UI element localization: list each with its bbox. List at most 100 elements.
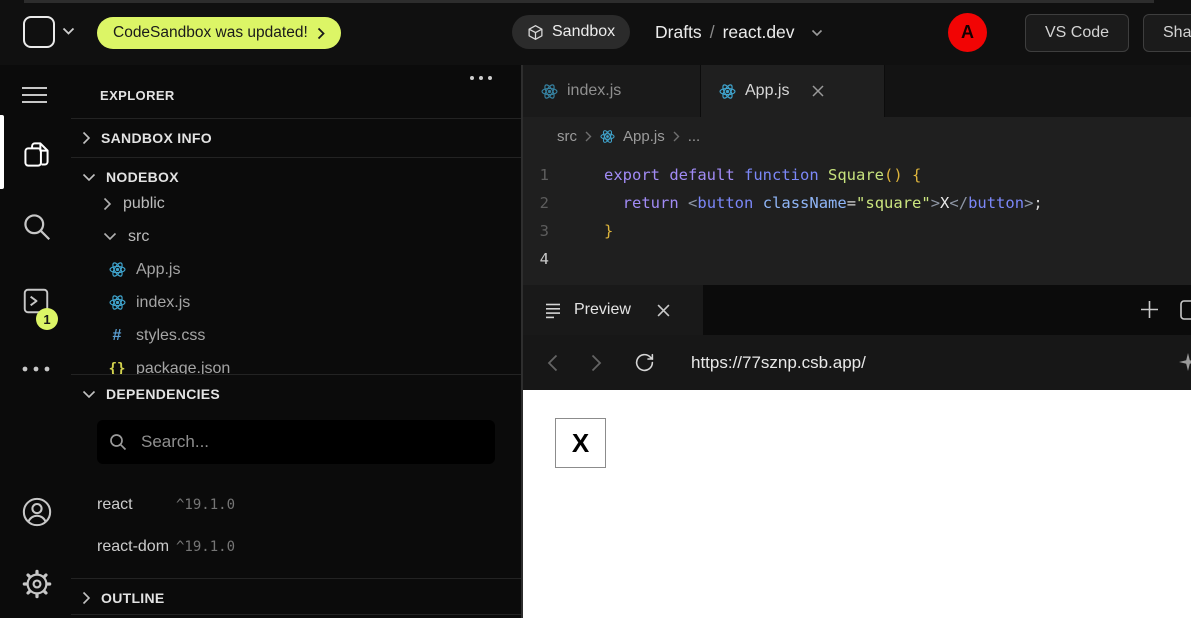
section-label: OUTLINE (101, 590, 165, 606)
explorer-sidebar: EXPLORER SANDBOX INFO NODEBOX public (71, 65, 521, 618)
section-outline[interactable]: OUTLINE (71, 579, 521, 617)
tree-file-stylescss[interactable]: # styles.css (71, 319, 521, 352)
editor-breadcrumb: src App.js ... (523, 117, 1191, 155)
explorer-title: EXPLORER (100, 88, 175, 103)
file-name: App.js (136, 261, 180, 279)
folder-name: src (128, 228, 149, 246)
breadcrumb-separator: / (710, 22, 715, 43)
code-line[interactable]: 3} (523, 217, 1191, 245)
project-chevron-down-icon[interactable] (811, 29, 823, 37)
tree-file-indexjs[interactable]: index.js (71, 286, 521, 319)
code-token: return (623, 194, 679, 212)
window-top-edge (24, 0, 1154, 3)
workspace-chevron-down-icon[interactable] (62, 27, 75, 36)
line-number: 1 (523, 161, 583, 189)
tree-folder-public[interactable]: public (71, 187, 521, 220)
sparkle-icon[interactable] (1178, 352, 1191, 372)
preview-square-button[interactable]: X (555, 418, 606, 468)
files-explorer-icon[interactable] (21, 139, 52, 170)
file-name: index.js (136, 294, 190, 312)
sandbox-pill-label: Sandbox (552, 23, 615, 41)
react-icon (541, 83, 558, 100)
line-number: 4 (523, 245, 583, 273)
line-number: 3 (523, 217, 583, 245)
chevron-right-icon (103, 197, 112, 211)
section-dependencies[interactable]: DEPENDENCIES (71, 375, 521, 413)
code-text: } (604, 217, 613, 245)
sandbox-type-pill[interactable]: Sandbox (512, 15, 630, 49)
task-list-icon (545, 302, 562, 319)
package-name: react-dom (97, 538, 170, 556)
menu-hamburger-icon[interactable] (21, 85, 48, 105)
editor-tab-bar: index.js App.js (523, 65, 1191, 117)
breadcrumb-folder[interactable]: src (557, 128, 577, 145)
code-token: > (1024, 194, 1033, 212)
breadcrumb-project[interactable]: react.dev (723, 22, 795, 43)
code-token: "square" (856, 194, 931, 212)
code-token (604, 194, 623, 212)
chevron-right-icon (82, 131, 91, 145)
code-text: return <button className="square">X</but… (604, 189, 1043, 217)
code-token: < (688, 194, 697, 212)
tab-indexjs[interactable]: index.js (523, 65, 701, 117)
chevron-down-icon (103, 232, 117, 241)
close-preview-icon[interactable] (657, 304, 670, 317)
chevron-right-icon (317, 27, 325, 40)
codesandbox-app: CodeSandbox was updated! Sandbox Drafts … (0, 0, 1191, 618)
add-panel-icon[interactable] (1140, 300, 1159, 319)
react-icon (108, 294, 126, 311)
package-row[interactable]: react-dom ^19.1.0 (97, 532, 497, 562)
update-badge-label: CodeSandbox was updated! (113, 24, 308, 42)
json-icon: {} (108, 361, 126, 375)
code-token: ; (1033, 194, 1042, 212)
breadcrumb-workspace[interactable]: Drafts (655, 22, 702, 43)
top-bar: CodeSandbox was updated! Sandbox Drafts … (0, 0, 1191, 65)
share-button[interactable]: Share (1143, 14, 1191, 52)
file-name: package.json (136, 360, 230, 375)
avatar-letter: A (961, 22, 974, 43)
tab-appjs[interactable]: App.js (701, 65, 885, 117)
folder-name: public (123, 195, 165, 213)
package-row[interactable]: react ^19.1.0 (97, 490, 497, 520)
tree-file-appjs[interactable]: App.js (71, 253, 521, 286)
chevron-down-icon (82, 390, 96, 399)
tree-file-packagejson[interactable]: {} package.json (71, 352, 521, 374)
search-view-icon[interactable] (21, 211, 52, 242)
forward-icon[interactable] (591, 354, 602, 372)
settings-gear-icon[interactable] (21, 568, 53, 600)
dependency-search-input[interactable] (97, 420, 495, 464)
code-area[interactable]: 1export default function Square() {2 ret… (523, 155, 1191, 285)
chevron-right-icon (673, 131, 680, 142)
chevron-right-icon (585, 131, 592, 142)
code-token: </ (949, 194, 968, 212)
project-breadcrumb[interactable]: Drafts / react.dev (655, 0, 823, 65)
code-line[interactable]: 4 (523, 245, 1191, 273)
workspace-logo[interactable] (23, 16, 55, 48)
breadcrumb-file[interactable]: App.js (623, 128, 665, 145)
preview-url[interactable]: https://77sznp.csb.app/ (691, 353, 866, 373)
account-icon[interactable] (21, 496, 53, 528)
open-vscode-button[interactable]: VS Code (1025, 14, 1129, 52)
tab-label: App.js (745, 82, 789, 100)
file-tree: public src App.js index.js (71, 187, 521, 374)
breadcrumb-more[interactable]: ... (688, 128, 701, 145)
code-token: } (604, 222, 613, 240)
section-sandbox-info[interactable]: SANDBOX INFO (71, 119, 521, 157)
layout-icon[interactable] (1180, 300, 1191, 320)
code-line[interactable]: 2 return <button className="square">X</b… (523, 189, 1191, 217)
update-notification-badge[interactable]: CodeSandbox was updated! (97, 17, 341, 49)
tree-folder-src[interactable]: src (71, 220, 521, 253)
explorer-more-icon[interactable] (469, 75, 493, 81)
close-tab-icon[interactable] (812, 85, 824, 97)
section-label: DEPENDENCIES (106, 386, 220, 402)
main-pane: index.js App.js src App.js (521, 65, 1191, 618)
back-icon[interactable] (547, 354, 558, 372)
chevron-down-icon (82, 173, 96, 182)
terminal-badge: 1 (36, 308, 58, 330)
preview-tab[interactable]: Preview (523, 285, 703, 335)
code-line[interactable]: 1export default function Square() { (523, 161, 1191, 189)
more-views-icon[interactable] (21, 365, 51, 373)
code-token: export (604, 166, 660, 184)
user-avatar[interactable]: A (948, 13, 987, 52)
refresh-icon[interactable] (634, 352, 655, 373)
